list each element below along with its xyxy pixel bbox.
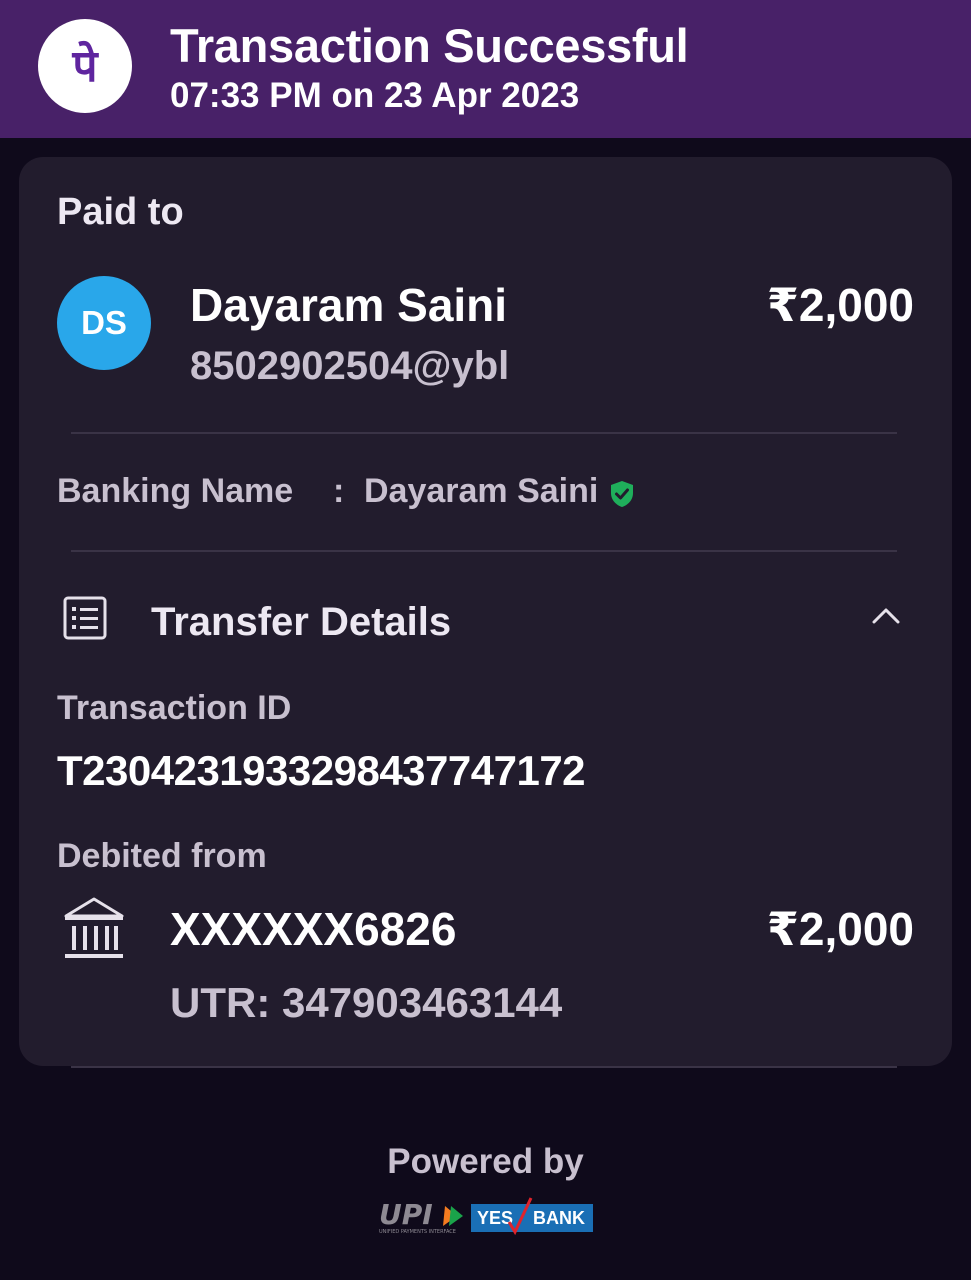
upi-tagline: UNIFIED PAYMENTS INTERFACE	[379, 1229, 456, 1235]
powered-by-label: Powered by	[387, 1142, 584, 1181]
banking-name-label: Banking Name	[57, 472, 294, 510]
debit-account-number: XXXXXX6826	[170, 903, 457, 955]
header-bar: पे Transaction Successful 07:33 PM on 23…	[0, 0, 971, 138]
logo-glyph: पे	[72, 40, 100, 92]
yes-bank-text-bank: BANK	[533, 1208, 585, 1228]
transaction-card: Paid to DS Dayaram Saini 8502902504@ybl …	[19, 157, 952, 1066]
bank-icon	[64, 897, 124, 958]
payee-upi-id: 8502902504@ybl	[190, 344, 510, 388]
transaction-id-label: Transaction ID	[57, 689, 292, 727]
paid-to-label: Paid to	[57, 191, 184, 233]
banking-name-value: Dayaram Saini	[364, 472, 599, 510]
upi-logo-text: UPI	[379, 1198, 433, 1231]
divider	[71, 550, 897, 552]
payee-name: Dayaram Saini	[190, 279, 508, 331]
transaction-datetime: 07:33 PM on 23 Apr 2023	[170, 76, 580, 115]
yes-bank-tick-icon	[507, 1197, 533, 1236]
avatar: DS	[57, 276, 151, 370]
upi-logo: UPI UNIFIED PAYMENTS INTERFACE	[379, 1198, 463, 1235]
verified-shield-icon	[611, 481, 633, 507]
chevron-up-icon[interactable]	[871, 605, 901, 625]
payee-amount: ₹2,000	[766, 279, 914, 331]
transaction-id-value: T2304231933298437747172	[57, 747, 586, 794]
phonepe-logo-icon: पे	[38, 19, 132, 113]
page-title: Transaction Successful	[170, 19, 689, 72]
receipt-list-icon	[63, 596, 107, 640]
yes-bank-logo: YES BANK	[471, 1197, 593, 1236]
banking-name-separator: :	[333, 472, 345, 510]
debited-from-label: Debited from	[57, 837, 267, 875]
debit-amount: ₹2,000	[766, 903, 914, 955]
divider	[71, 432, 897, 434]
utr-number: UTR: 347903463144	[170, 979, 563, 1026]
divider	[71, 1066, 897, 1068]
transfer-details-title: Transfer Details	[151, 600, 452, 644]
